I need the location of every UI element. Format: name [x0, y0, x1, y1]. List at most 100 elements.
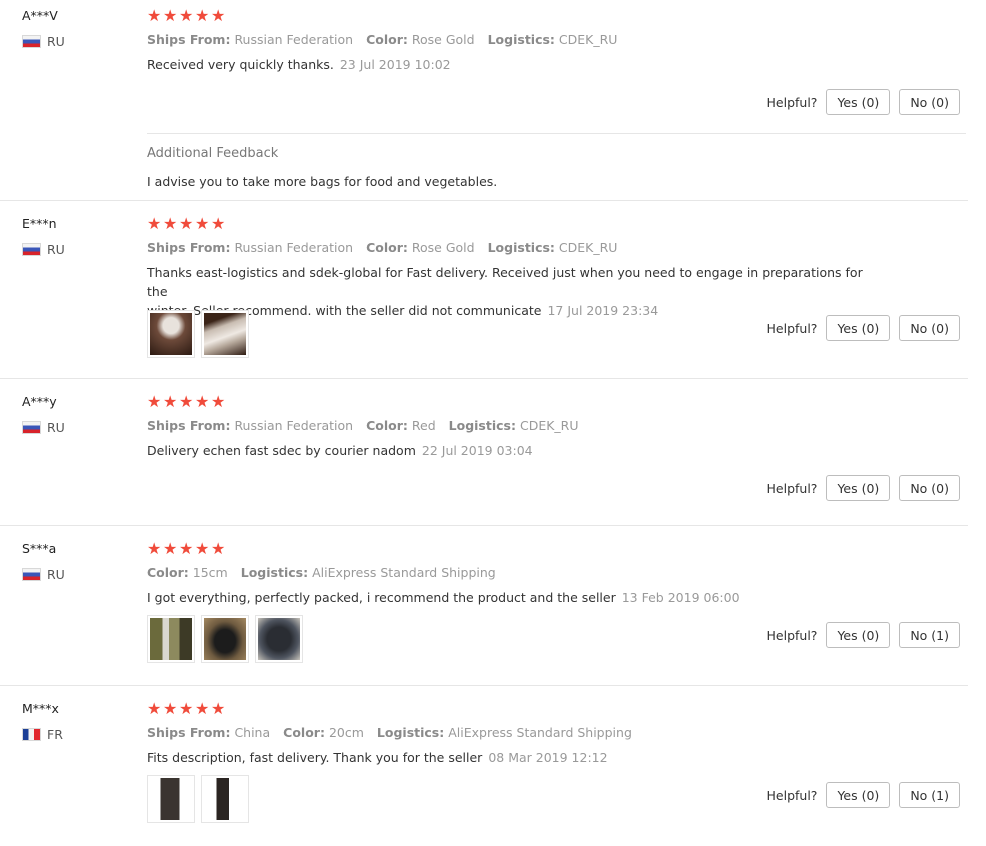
- helpful-yes-button[interactable]: Yes (0): [826, 315, 891, 341]
- photo-roll-box: [150, 778, 192, 820]
- helpful-no-button[interactable]: No (1): [899, 622, 960, 648]
- review-photo-thumbnail[interactable]: [147, 775, 195, 823]
- star-icon: ★: [179, 214, 194, 233]
- photo-package: [204, 618, 246, 660]
- ships-from-label: Ships From:: [147, 725, 231, 740]
- review-photo-thumbnail[interactable]: [201, 310, 249, 358]
- russia-flag-icon: [22, 35, 41, 48]
- order-info: Color: 15cm Logistics: AliExpress Standa…: [147, 565, 496, 580]
- helpful-vote: Helpful? Yes (0) No (0): [767, 315, 960, 341]
- helpful-no-button[interactable]: No (0): [899, 475, 960, 501]
- helpful-label: Helpful?: [766, 627, 818, 643]
- review-body: Fits description, fast delivery. Thank y…: [147, 750, 483, 765]
- ships-from-label: Ships From:: [147, 418, 231, 433]
- helpful-yes-button[interactable]: Yes (0): [826, 89, 891, 115]
- review-time: 23 Jul 2019 10:02: [339, 57, 451, 72]
- star-icon: ★: [163, 539, 178, 558]
- logistics-value: CDEK_RU: [558, 240, 618, 255]
- reviewer-country: RU: [22, 567, 65, 582]
- review-text: Received very quickly thanks. 23 Jul 2019…: [147, 55, 877, 74]
- star-icon: ★: [195, 214, 210, 233]
- photo-bag-roll: [204, 313, 246, 355]
- russia-flag-icon: [22, 568, 41, 581]
- review-photo-thumbnail[interactable]: [201, 615, 249, 663]
- photo-bag-hand: [150, 313, 192, 355]
- reviewer-name: A***V: [22, 8, 58, 23]
- ships-from-value: Russian Federation: [234, 32, 354, 47]
- logistics-label: Logistics:: [487, 32, 555, 47]
- color-label: Color:: [366, 418, 408, 433]
- helpful-no-button[interactable]: No (0): [899, 315, 960, 341]
- helpful-yes-button[interactable]: Yes (0): [826, 622, 891, 648]
- star-icon: ★: [195, 539, 210, 558]
- color-value: Red: [411, 418, 436, 433]
- reviewer-country: RU: [22, 242, 65, 257]
- helpful-vote: Helpful? Yes (0) No (0): [767, 475, 960, 501]
- star-icon: ★: [147, 539, 162, 558]
- logistics-label: Logistics:: [448, 418, 516, 433]
- star-icon: ★: [163, 6, 178, 25]
- review-item: S***a RU ★ ★ ★ ★ ★ Color: 15cm Logistics: Al…: [0, 526, 986, 686]
- logistics-label: Logistics:: [487, 240, 555, 255]
- color-value: 15cm: [192, 565, 228, 580]
- color-value: 20cm: [328, 725, 364, 740]
- review-text: Delivery echen fast sdec by courier nado…: [147, 441, 877, 460]
- review-body: I got everything, perfectly packed, i re…: [147, 590, 616, 605]
- reviewer-name: E***n: [22, 216, 57, 231]
- star-icon: ★: [179, 539, 194, 558]
- ships-from-value: Russian Federation: [234, 240, 354, 255]
- star-icon: ★: [147, 699, 162, 718]
- star-rating: ★ ★ ★ ★ ★: [147, 394, 226, 410]
- star-icon: ★: [163, 214, 178, 233]
- star-icon: ★: [179, 6, 194, 25]
- logistics-value: AliExpress Standard Shipping: [448, 725, 632, 740]
- review-text: I got everything, perfectly packed, i re…: [147, 588, 877, 607]
- country-code: FR: [47, 727, 63, 742]
- review-photo-thumbnail[interactable]: [201, 775, 249, 823]
- ships-from-value: Russian Federation: [234, 418, 354, 433]
- star-icon: ★: [147, 214, 162, 233]
- helpful-no-button[interactable]: No (1): [899, 782, 960, 808]
- review-photo-thumbnail[interactable]: [147, 615, 195, 663]
- review-body: Received very quickly thanks.: [147, 57, 334, 72]
- review-time: 17 Jul 2019 23:34: [547, 303, 659, 318]
- helpful-label: Helpful?: [766, 320, 818, 336]
- review-text: Fits description, fast delivery. Thank y…: [147, 748, 877, 767]
- review-item: A***V RU ★ ★ ★ ★ ★ Ships From: Russian Feder…: [0, 0, 986, 201]
- star-icon: ★: [163, 392, 178, 411]
- star-icon: ★: [147, 6, 162, 25]
- review-photo-thumbnail[interactable]: [255, 615, 303, 663]
- country-code: RU: [47, 567, 65, 582]
- helpful-yes-button[interactable]: Yes (0): [826, 782, 891, 808]
- star-icon: ★: [179, 699, 194, 718]
- logistics-label: Logistics:: [376, 725, 445, 740]
- helpful-yes-button[interactable]: Yes (0): [826, 475, 891, 501]
- reviewer-name: M***x: [22, 701, 59, 716]
- ships-from-label: Ships From:: [147, 32, 231, 47]
- star-icon: ★: [211, 6, 226, 25]
- photo-roll-tall: [204, 778, 246, 820]
- helpful-label: Helpful?: [766, 480, 818, 496]
- helpful-no-button[interactable]: No (0): [899, 89, 960, 115]
- review-photo-thumbnail[interactable]: [147, 310, 195, 358]
- helpful-vote: Helpful? Yes (0) No (1): [767, 622, 960, 648]
- star-rating: ★ ★ ★ ★ ★: [147, 216, 226, 232]
- star-icon: ★: [147, 392, 162, 411]
- country-code: RU: [47, 34, 65, 49]
- star-icon: ★: [211, 699, 226, 718]
- star-icon: ★: [195, 699, 210, 718]
- star-icon: ★: [195, 392, 210, 411]
- reviewer-name: A***y: [22, 394, 57, 409]
- star-icon: ★: [179, 392, 194, 411]
- country-code: RU: [47, 242, 65, 257]
- reviewer-country: RU: [22, 34, 65, 49]
- order-info: Ships From: Russian Federation Color: Ro…: [147, 32, 617, 47]
- review-text: Thanks east-logistics and sdek-global fo…: [147, 263, 877, 320]
- review-body-line: Thanks east-logistics and sdek-global fo…: [147, 265, 863, 299]
- order-info: Ships From: Russian Federation Color: Re…: [147, 418, 579, 433]
- country-code: RU: [47, 420, 65, 435]
- review-time: 13 Feb 2019 06:00: [621, 590, 740, 605]
- helpful-vote: Helpful? Yes (0) No (0): [767, 89, 960, 115]
- russia-flag-icon: [22, 421, 41, 434]
- ships-from-value: China: [234, 725, 271, 740]
